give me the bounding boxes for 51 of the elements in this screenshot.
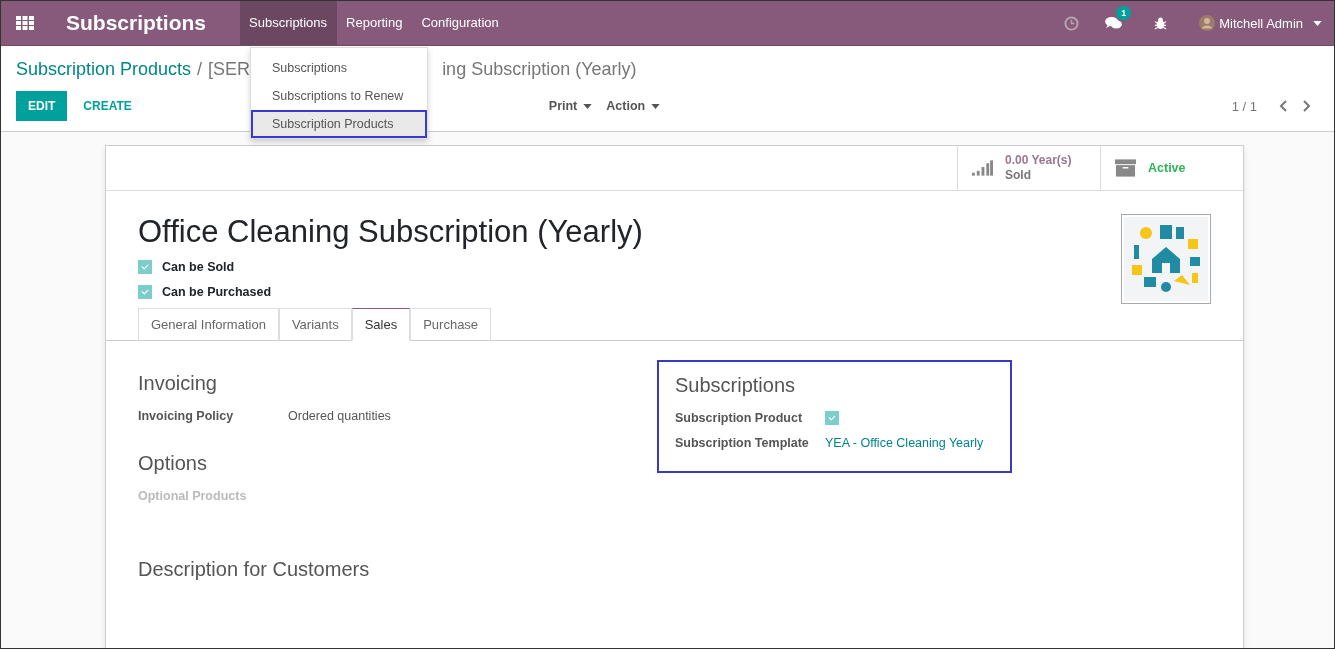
section-title: Description for Customers (137, 557, 371, 581)
tab[interactable]: Sales (351, 308, 411, 341)
caret-icon (1313, 20, 1322, 26)
group-title: Subscriptions (675, 374, 797, 397)
caret-icon (651, 103, 661, 109)
menu-item[interactable]: Reporting (337, 1, 413, 45)
signal-bars-icon (972, 160, 993, 176)
create-button[interactable]: CREATE (71, 91, 144, 121)
checkbox-label: Can be Sold (162, 260, 235, 274)
field-label: Subscription Template (675, 435, 810, 450)
breadcrumb-current: ing Subscription (Yearly) (442, 58, 637, 80)
edit-button[interactable]: EDIT (16, 91, 68, 121)
field-label: Optional Products (138, 488, 248, 503)
group-title: Invoicing (138, 372, 218, 395)
action-dropdown[interactable]: Print (543, 99, 598, 113)
app-title: Subscriptions (66, 11, 207, 35)
tab[interactable]: Variants (278, 308, 352, 341)
clock-icon (1064, 15, 1080, 31)
dropdown-item[interactable]: Subscriptions to Renew (251, 82, 427, 110)
dropdown-item[interactable]: Subscription Products (251, 110, 427, 138)
menu-item[interactable]: Configuration (412, 1, 509, 45)
tab[interactable]: Purchase (410, 308, 492, 341)
checkbox[interactable] (825, 410, 839, 425)
checkbox-label: Can be Purchased (162, 285, 272, 299)
field-label: Subscription Product (675, 410, 804, 425)
bug-icon (1154, 16, 1168, 30)
caret-icon (583, 103, 593, 109)
chat-icon (1105, 16, 1123, 30)
product-name: Office Cleaning Subscription (Yearly) (138, 214, 643, 250)
breadcrumb-current: [SER (208, 58, 251, 80)
group-title: Options (138, 452, 208, 475)
archive-box-icon (1115, 159, 1136, 177)
message-count-badge: 1 (1116, 6, 1132, 20)
template-link[interactable]: YEA - Office Cleaning Yearly (825, 435, 984, 450)
checkbox[interactable] (138, 260, 152, 274)
previous-icon[interactable] (1279, 100, 1287, 112)
action-dropdown[interactable]: Action (601, 99, 666, 113)
avatar-icon (1199, 15, 1216, 31)
checkbox[interactable] (138, 285, 152, 299)
next-icon[interactable] (1303, 100, 1311, 112)
pager-value: 1 / 1 (1231, 98, 1257, 114)
field-value: Ordered quantities (288, 408, 391, 423)
breadcrumb-link[interactable]: Subscription Products (16, 58, 192, 80)
dropdown-item[interactable]: Subscriptions (251, 54, 427, 82)
tab[interactable]: General Information (138, 308, 279, 341)
field-label: Invoicing Policy (138, 408, 235, 423)
menu-item[interactable]: Subscriptions (240, 1, 338, 45)
breadcrumb-separator: / (197, 58, 203, 80)
stat-button[interactable]: 0.00 Year(s) Sold (957, 146, 1100, 190)
user-menu[interactable]: Mitchell Admin (1199, 15, 1322, 31)
apps-menu-icon[interactable] (16, 16, 34, 30)
